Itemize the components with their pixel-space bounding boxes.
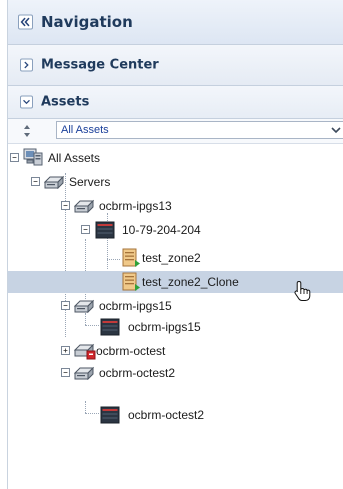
assets-tree: All Assets Servers ocbrm-ipgs13 10-79-20… — [8, 143, 343, 489]
computer-assets-icon — [23, 148, 43, 166]
tree-node-servers[interactable]: Servers — [8, 171, 343, 193]
tree-node-host[interactable]: ocbrm-octest2 — [8, 404, 343, 426]
tree-node-all-assets[interactable]: All Assets — [8, 147, 343, 169]
server-rack-icon — [100, 406, 120, 424]
assets-title: Assets — [41, 94, 90, 110]
tree-node-label: ocbrm-ipgs15 — [99, 299, 172, 313]
zone-icon — [122, 272, 140, 291]
minus-icon — [63, 205, 68, 206]
assets-filter-value: All Assets — [61, 124, 109, 136]
tree-node-label: ocbrm-ipgs13 — [99, 199, 172, 213]
tree-node-label: ocbrm-octest2 — [128, 408, 205, 422]
minus-icon — [63, 305, 68, 306]
collapse-toggle[interactable] — [61, 201, 70, 210]
server-alert-icon — [74, 343, 96, 360]
tree-node-zone[interactable]: test_zone2 — [8, 247, 343, 269]
hand-cursor-icon — [294, 280, 311, 301]
collapse-assets-button[interactable] — [20, 95, 33, 109]
collapse-toggle[interactable] — [10, 153, 19, 162]
chevron-down-icon[interactable] — [330, 125, 342, 135]
minus-icon — [63, 372, 68, 373]
assets-header[interactable]: Assets — [8, 86, 343, 119]
tree-node-host[interactable]: 10-79-204-204 — [8, 219, 343, 241]
tree-node-label: ocbrm-octest2 — [99, 366, 176, 380]
plus-icon — [63, 348, 68, 353]
tree-node-label: test_zone2 — [142, 251, 201, 265]
tree-node-server-alert[interactable]: ocbrm-octest — [8, 340, 343, 362]
minus-icon — [83, 229, 88, 230]
tree-node-server[interactable]: ocbrm-ipgs13 — [8, 195, 343, 217]
navigation-title: Navigation — [41, 13, 133, 31]
tree-node-label: 10-79-204-204 — [122, 223, 201, 237]
double-chevron-left-icon — [20, 17, 30, 27]
tree-node-label: All Assets — [48, 151, 101, 165]
server-icon — [74, 299, 94, 313]
chevron-down-icon — [23, 99, 30, 105]
minus-icon — [33, 181, 38, 182]
tree-node-label: ocbrm-octest — [96, 344, 166, 358]
navigation-panel: Navigation Message Center Assets All Ass… — [7, 0, 343, 489]
message-center-header[interactable]: Message Center — [8, 45, 343, 86]
tree-node-server[interactable]: ocbrm-octest2 — [8, 362, 343, 384]
minus-icon — [12, 157, 17, 158]
collapse-panel-button[interactable] — [18, 14, 33, 30]
sort-icon[interactable] — [21, 124, 33, 138]
tree-node-host[interactable]: ocbrm-ipgs15 — [8, 316, 343, 338]
server-icon — [74, 366, 94, 380]
server-group-icon — [44, 175, 64, 189]
expand-toggle[interactable] — [61, 346, 70, 355]
collapse-toggle[interactable] — [81, 225, 90, 234]
server-rack-icon — [95, 221, 115, 239]
server-icon — [74, 199, 94, 213]
tree-node-label: Servers — [69, 175, 111, 189]
zone-icon — [122, 248, 140, 267]
expand-message-center-button[interactable] — [20, 58, 33, 72]
chevron-right-icon — [24, 61, 29, 69]
navigation-header: Navigation — [8, 0, 343, 45]
assets-filter-row: All Assets — [8, 119, 343, 144]
tree-node-label: ocbrm-ipgs15 — [128, 320, 201, 334]
tree-node-label: test_zone2_Clone — [142, 275, 239, 289]
collapse-toggle[interactable] — [61, 301, 70, 310]
assets-filter-select[interactable]: All Assets — [56, 121, 343, 139]
server-rack-icon — [100, 318, 120, 336]
message-center-title: Message Center — [41, 57, 159, 73]
collapse-toggle[interactable] — [31, 177, 40, 186]
collapse-toggle[interactable] — [61, 368, 70, 377]
